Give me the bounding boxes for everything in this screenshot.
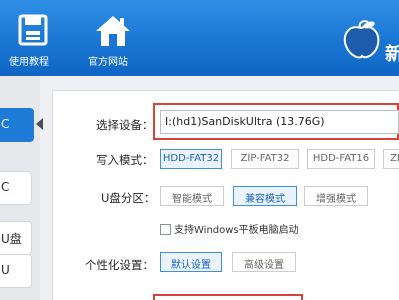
device-label: 选择设备：	[96, 118, 154, 132]
home-icon	[94, 14, 132, 52]
advanced-settings-button[interactable]: 高级设置	[232, 252, 296, 272]
device-select[interactable]: I:(hd1)SanDiskUltra (13.76G)	[160, 110, 399, 134]
sidebar-item-2[interactable]: C	[0, 171, 32, 205]
write-mode-zip-button[interactable]: ZIP	[383, 149, 399, 169]
brand-title: 新	[385, 44, 399, 65]
tablet-boot-checkbox[interactable]: 支持Windows平板电脑启动	[160, 221, 299, 236]
checkbox-box[interactable]	[160, 224, 171, 235]
sidebar-item-3[interactable]: U盘	[0, 221, 32, 255]
write-mode-label: 写入模式：	[96, 153, 154, 167]
website-nav-label: 官方网站	[88, 57, 128, 68]
peach-logo-icon	[338, 18, 384, 68]
partition-smart-button[interactable]: 智能模式	[160, 186, 224, 206]
write-mode-hdd-fat16-button[interactable]: HDD-FAT16	[307, 149, 375, 169]
top-toolbar: 使用教程 官方网站 新	[0, 0, 399, 76]
sidebar: C C U盘 U	[0, 76, 40, 300]
tutorial-nav-button[interactable]: 使用教程	[0, 0, 70, 76]
tutorial-nav-label: 使用教程	[9, 57, 49, 68]
partition-label: U盘分区：	[101, 191, 156, 205]
active-pointer-icon	[36, 118, 43, 130]
partition-compatible-button[interactable]: 兼容模式	[233, 186, 297, 206]
tablet-boot-label: 支持Windows平板电脑启动	[174, 225, 299, 236]
sidebar-item-4[interactable]: U	[0, 254, 32, 288]
floppy-disk-icon	[18, 14, 48, 50]
partition-enhanced-button[interactable]: 增强模式	[304, 186, 368, 206]
write-mode-zip-fat32-button[interactable]: ZIP-FAT32	[231, 149, 299, 169]
write-mode-hdd-fat32-button[interactable]: HDD-FAT32	[160, 149, 222, 169]
bottom-highlight-box	[153, 294, 303, 300]
sidebar-item-1[interactable]: C	[0, 108, 34, 142]
website-nav-button[interactable]: 官方网站	[80, 0, 150, 76]
default-settings-button[interactable]: 默认设置	[160, 252, 222, 272]
custom-settings-label: 个性化设置：	[85, 258, 154, 272]
